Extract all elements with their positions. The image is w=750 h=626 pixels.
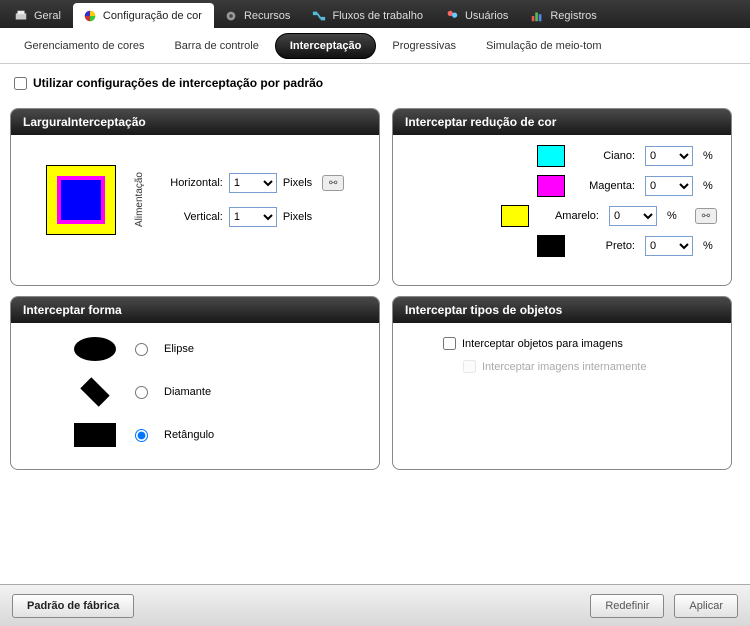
vertical-unit: Pixels: [283, 211, 312, 223]
trap-width-preview-inner: [57, 176, 105, 224]
panel-title: LarguraInterceptação: [11, 109, 379, 135]
panel-title: Interceptar tipos de objetos: [393, 297, 731, 323]
content-area: Utilizar configurações de interceptação …: [0, 64, 750, 584]
tab-label: Usuários: [465, 10, 508, 22]
users-icon: [445, 9, 459, 23]
black-unit: %: [703, 240, 717, 252]
trap-images-internally-label: Interceptar imagens internamente: [482, 361, 646, 373]
ellipse-icon: [71, 337, 119, 361]
subtab-trapping[interactable]: Interceptação: [275, 33, 377, 59]
feed-direction-label: Alimentação: [134, 172, 145, 227]
printer-icon: [14, 9, 28, 23]
tab-logs[interactable]: Registros: [520, 3, 608, 28]
link-icon[interactable]: ⚯: [322, 175, 344, 191]
tab-label: Fluxos de trabalho: [332, 10, 423, 22]
black-label: Preto:: [575, 240, 635, 252]
workflow-icon: [312, 9, 326, 23]
shape-rectangle-radio[interactable]: [135, 429, 148, 442]
use-default-trapping-checkbox[interactable]: [14, 77, 27, 90]
cyan-unit: %: [703, 150, 717, 162]
trap-objects-for-images-label: Interceptar objetos para imagens: [462, 338, 623, 350]
footer-bar: Padrão de fábrica Redefinir Aplicar: [0, 584, 750, 626]
panel-object-types: Interceptar tipos de objetos Interceptar…: [392, 296, 732, 470]
tab-workflows[interactable]: Fluxos de trabalho: [302, 3, 435, 28]
shape-diamond-label: Diamante: [164, 386, 211, 398]
panel-trap-shape: Interceptar forma Elipse Diamante: [10, 296, 380, 470]
tab-users[interactable]: Usuários: [435, 3, 520, 28]
color-wheel-icon: [83, 9, 97, 23]
tab-label: Configuração de cor: [103, 10, 202, 22]
main-tabbar: Geral Configuração de cor Recursos Fluxo…: [0, 0, 750, 28]
shape-diamond-radio[interactable]: [135, 386, 148, 399]
chart-icon: [530, 9, 544, 23]
subtab-color-mgmt[interactable]: Gerenciamento de cores: [10, 34, 158, 58]
cyan-row: Ciano: 0 %: [407, 145, 717, 167]
apply-button[interactable]: Aplicar: [674, 594, 738, 618]
black-swatch: [537, 235, 565, 257]
cyan-swatch: [537, 145, 565, 167]
shape-ellipse-label: Elipse: [164, 343, 194, 355]
yellow-row: Amarelo: 0 % ⚯: [407, 205, 717, 227]
horizontal-unit: Pixels: [283, 177, 312, 189]
cyan-label: Ciano:: [575, 150, 635, 162]
diamond-icon: [71, 379, 119, 405]
yellow-unit: %: [667, 210, 681, 222]
yellow-label: Amarelo:: [539, 210, 599, 222]
panel-trap-width: LarguraInterceptação Alimentação Horizon…: [10, 108, 380, 286]
gear-icon: [224, 9, 238, 23]
cyan-select[interactable]: 0: [645, 146, 693, 166]
trap-objects-for-images-checkbox[interactable]: [443, 337, 456, 350]
subtab-progressives[interactable]: Progressivas: [378, 34, 470, 58]
vertical-label: Vertical:: [163, 211, 223, 223]
shape-ellipse-radio[interactable]: [135, 343, 148, 356]
panel-color-reduction: Interceptar redução de cor Ciano: 0 % Ma…: [392, 108, 732, 286]
tab-general[interactable]: Geral: [4, 3, 73, 28]
yellow-select[interactable]: 0: [609, 206, 657, 226]
magenta-label: Magenta:: [575, 180, 635, 192]
magenta-swatch: [537, 175, 565, 197]
subtab-control-bar[interactable]: Barra de controle: [160, 34, 272, 58]
subtab-halftone-sim[interactable]: Simulação de meio-tom: [472, 34, 616, 58]
reset-button[interactable]: Redefinir: [590, 594, 664, 618]
black-select[interactable]: 0: [645, 236, 693, 256]
horizontal-select[interactable]: 1: [229, 173, 277, 193]
use-default-trapping-label: Utilizar configurações de interceptação …: [33, 76, 323, 90]
vertical-select[interactable]: 1: [229, 207, 277, 227]
trap-images-internally-checkbox: [463, 360, 476, 373]
tab-label: Registros: [550, 10, 596, 22]
black-row: Preto: 0 %: [407, 235, 717, 257]
sub-tabbar: Gerenciamento de cores Barra de controle…: [0, 28, 750, 64]
factory-default-button[interactable]: Padrão de fábrica: [12, 594, 134, 618]
link-icon[interactable]: ⚯: [695, 208, 717, 224]
magenta-select[interactable]: 0: [645, 176, 693, 196]
tab-resources[interactable]: Recursos: [214, 3, 302, 28]
panel-title: Interceptar forma: [11, 297, 379, 323]
rectangle-icon: [71, 423, 119, 447]
magenta-row: Magenta: 0 %: [407, 175, 717, 197]
default-trapping-row: Utilizar configurações de interceptação …: [14, 76, 736, 90]
trap-width-preview: [46, 165, 116, 235]
tab-color-config[interactable]: Configuração de cor: [73, 3, 214, 28]
shape-rectangle-label: Retângulo: [164, 429, 214, 441]
horizontal-label: Horizontal:: [163, 177, 223, 189]
magenta-unit: %: [703, 180, 717, 192]
tab-label: Geral: [34, 10, 61, 22]
yellow-swatch: [501, 205, 529, 227]
tab-label: Recursos: [244, 10, 290, 22]
panel-title: Interceptar redução de cor: [393, 109, 731, 135]
